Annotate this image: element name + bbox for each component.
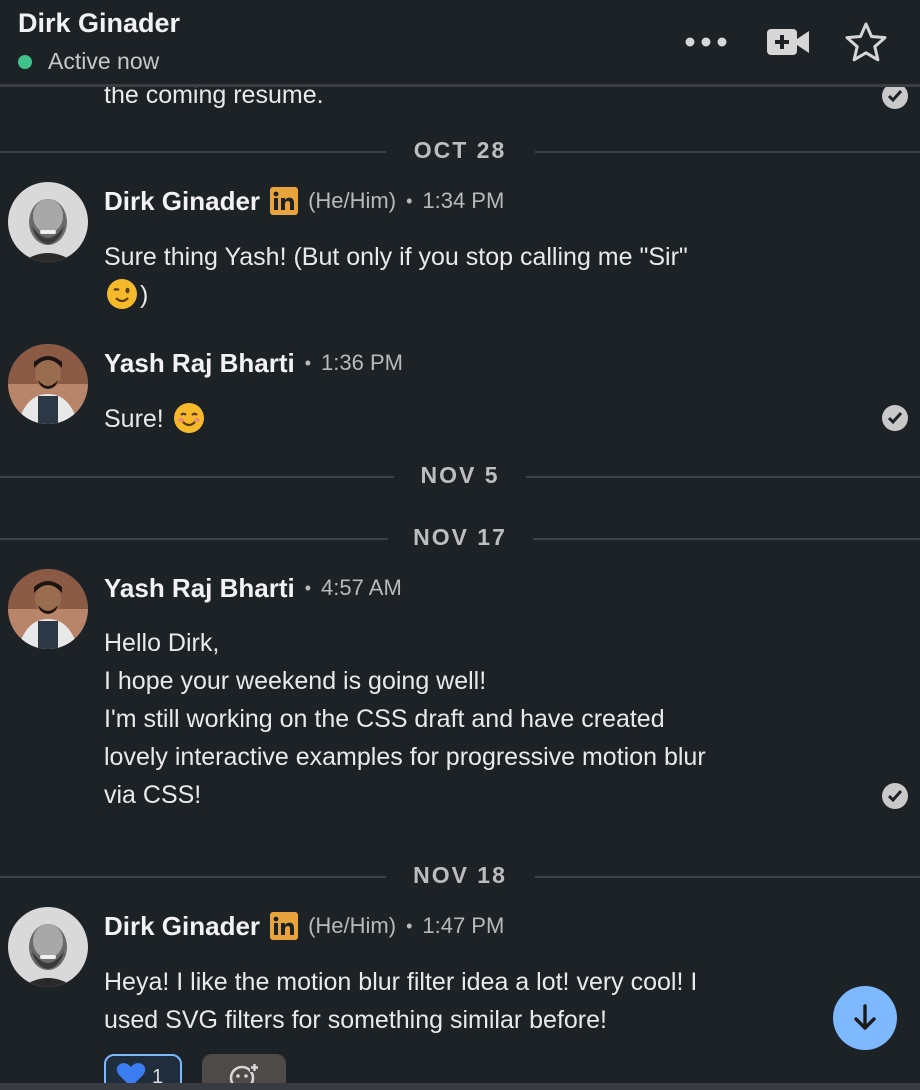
separator-dot: • [304, 352, 312, 373]
message-line: lovely interactive examples for progress… [104, 743, 706, 771]
linkedin-premium-icon [270, 187, 299, 215]
message-time: 4:57 AM [321, 575, 402, 600]
sender-name[interactable]: Yash Raj Bharti [104, 348, 295, 379]
message-body: Hello Dirk, I hope your weekend is going… [104, 624, 824, 814]
message-body: Heya! I like the motion blur filter idea… [104, 963, 824, 1039]
star-icon [845, 22, 887, 62]
online-status-dot [18, 54, 32, 69]
message-body: Sure! [104, 400, 824, 445]
avatar-dirk[interactable] [8, 182, 88, 262]
message-time: 1:34 PM [422, 188, 505, 213]
sender-pronouns: (He/Him) [308, 188, 397, 213]
date-label: NOV 17 [413, 524, 507, 550]
message-header: Yash Raj Bharti • 1:36 PM [104, 346, 403, 380]
message-line: Hello Dirk, [104, 629, 220, 657]
conversation-header: Dirk Ginader Active now [0, 0, 920, 87]
read-receipt-icon [882, 783, 908, 809]
message-time: 1:47 PM [422, 913, 505, 938]
message-line: Sure! [104, 400, 824, 445]
message-line: I'm still working on the CSS draft and h… [104, 705, 665, 733]
read-receipt-icon [882, 405, 908, 431]
date-label: NOV 18 [413, 862, 507, 888]
message-line: ) [104, 276, 824, 321]
status-text: Active now [48, 48, 160, 74]
date-label: NOV 5 [420, 462, 500, 488]
video-call-icon [767, 29, 809, 55]
message-body: Sure thing Yash! (But only if you stop c… [104, 238, 824, 321]
date-label: OCT 28 [413, 137, 507, 163]
message-time: 1:36 PM [321, 350, 403, 375]
message-text: the coming resume. [104, 87, 324, 109]
message-line: via CSS! [104, 781, 202, 809]
message-line: used SVG filters for something similar b… [104, 1006, 607, 1034]
avatar-yash[interactable] [8, 569, 88, 649]
date-divider: NOV 18 [0, 862, 920, 892]
date-divider: NOV 17 [0, 524, 920, 554]
read-receipt-icon [882, 87, 908, 109]
sender-pronouns: (He/Him) [308, 913, 397, 938]
star-conversation-button[interactable] [840, 18, 892, 66]
composer-border [0, 1083, 920, 1090]
scroll-to-latest-button[interactable] [833, 986, 897, 1050]
more-options-button[interactable] [678, 18, 734, 66]
date-divider: NOV 5 [0, 462, 920, 492]
separator-dot: • [304, 577, 312, 598]
avatar-dirk[interactable] [8, 907, 88, 987]
presence-status: Active now [18, 48, 159, 75]
sender-name[interactable]: Dirk Ginader [104, 186, 260, 217]
arrow-down-icon [854, 1004, 876, 1030]
separator-dot: • [406, 190, 413, 211]
message-line: I hope your weekend is going well! [104, 667, 487, 695]
avatar-yash[interactable] [8, 344, 88, 424]
message-header: Dirk Ginader (He/Him) • 1:34 PM [104, 184, 504, 218]
message-text: ) [140, 281, 149, 309]
separator-dot: • [406, 915, 413, 936]
sender-name[interactable]: Dirk Ginader [104, 911, 260, 942]
messaging-window: Dirk Ginader Active now the coming resum… [0, 0, 920, 1090]
contact-name[interactable]: Dirk Ginader [18, 8, 180, 39]
message-text: Sure! [104, 405, 164, 433]
video-call-button[interactable] [762, 18, 814, 66]
message-line: Heya! I like the motion blur filter idea… [104, 968, 698, 996]
date-divider: OCT 28 [0, 137, 920, 167]
message-header: Dirk Ginader (He/Him) • 1:47 PM [104, 909, 504, 943]
message-header: Yash Raj Bharti • 4:57 AM [104, 571, 402, 605]
more-options-icon [685, 37, 727, 47]
message-list[interactable]: the coming resume. OCT 28 Dirk Ginader (… [0, 87, 920, 1083]
message-line: Sure thing Yash! (But only if you stop c… [104, 243, 688, 271]
smiling-face-emoji [173, 402, 205, 445]
winking-face-emoji [106, 278, 138, 321]
sender-name[interactable]: Yash Raj Bharti [104, 573, 295, 604]
linkedin-premium-icon [270, 912, 299, 940]
